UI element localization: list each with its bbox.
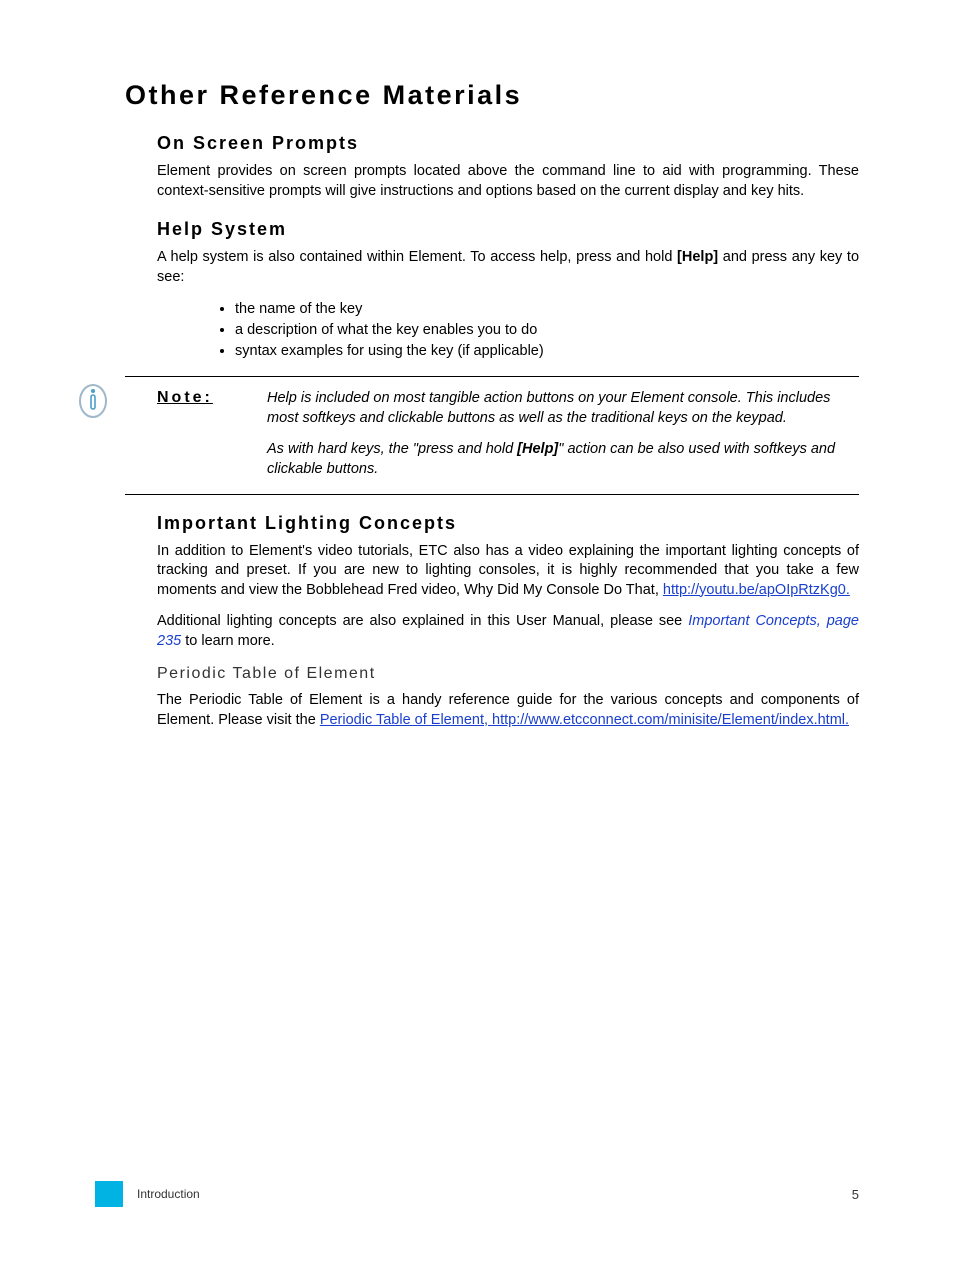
page-footer: Introduction 5 (95, 1181, 859, 1207)
periodic-table-link[interactable]: Periodic Table of Element, http://www.et… (320, 712, 849, 728)
note-block: Note: Help is included on most tangible … (125, 376, 859, 494)
section-prompts-title: On Screen Prompts (157, 133, 859, 154)
periodic-text: The Periodic Table of Element is a handy… (157, 691, 859, 730)
help-bullet-list: the name of the key a description of wha… (215, 299, 859, 362)
concepts-text-2: Additional lighting concepts are also ex… (157, 612, 859, 651)
help-key-label: [Help] (677, 249, 718, 265)
footer-accent-block (95, 1181, 123, 1207)
video-link[interactable]: http://youtu.be/apOIpRtzKg0. (663, 582, 850, 598)
help-text: A help system is also contained within E… (157, 248, 859, 287)
note-label: Note: (157, 389, 267, 407)
footer-page-number: 5 (852, 1187, 859, 1202)
page-title: Other Reference Materials (125, 80, 859, 111)
note-text: Help is included on most tangible action… (267, 389, 859, 479)
periodic-title: Periodic Table of Element (157, 665, 859, 683)
section-help-title: Help System (157, 219, 859, 240)
info-icon (75, 383, 111, 419)
bullet-item: the name of the key (235, 299, 859, 320)
prompts-text: Element provides on screen prompts locat… (157, 162, 859, 201)
bullet-item: syntax examples for using the key (if ap… (235, 341, 859, 362)
concepts-text-1: In addition to Element's video tutorials… (157, 542, 859, 601)
bullet-item: a description of what the key enables yo… (235, 320, 859, 341)
section-concepts-title: Important Lighting Concepts (157, 513, 859, 534)
footer-section-name: Introduction (137, 1187, 852, 1201)
